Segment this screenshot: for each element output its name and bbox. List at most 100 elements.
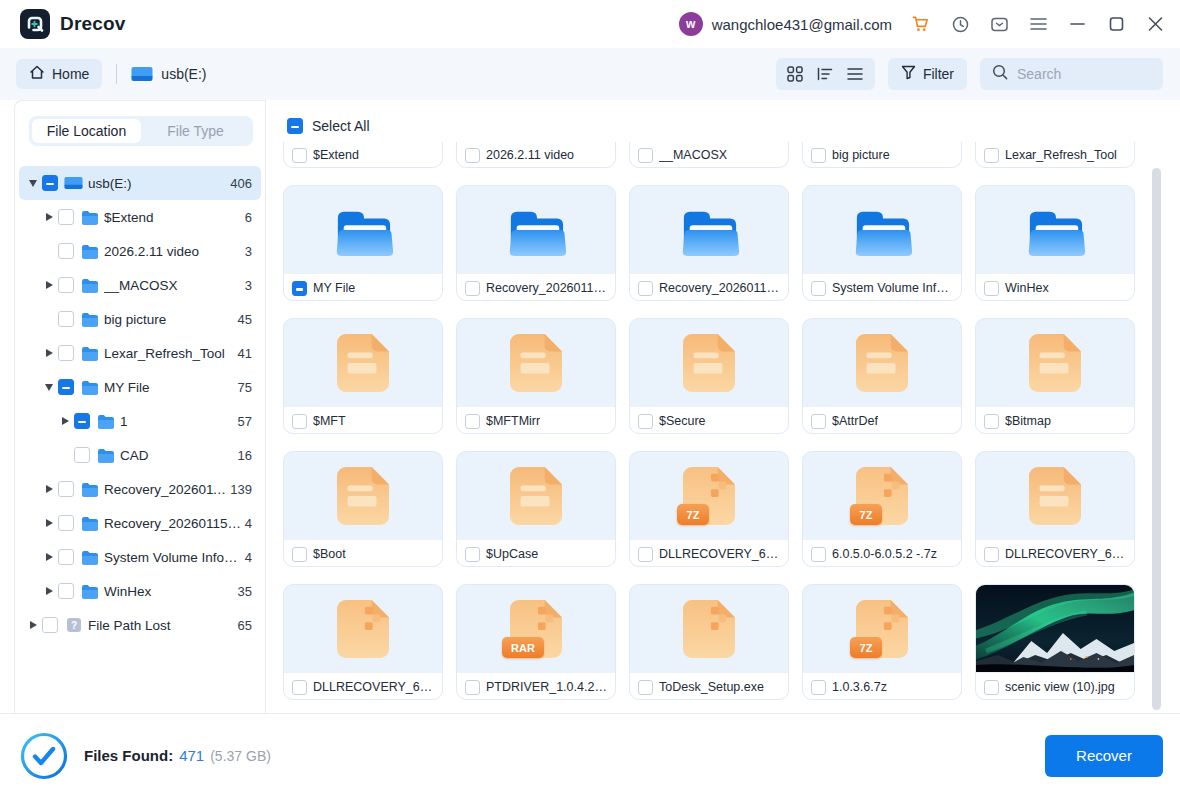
tree-item-big-picture[interactable]: big picture45 (19, 302, 261, 336)
file-card-6-0-5-0-6-0-5-2-7z[interactable]: 7Z6.0.5.0-6.0.5.2 -.7z (802, 451, 962, 567)
tree-item-lexar-refresh-tool[interactable]: Lexar_Refresh_Tool41 (19, 336, 261, 370)
card-checkbox[interactable] (465, 547, 480, 562)
card-checkbox[interactable] (465, 680, 480, 695)
card-checkbox[interactable] (465, 148, 480, 163)
card-checkbox[interactable] (984, 281, 999, 296)
file-card-dllrecovery-6-0-5[interactable]: 7ZDLLRECOVERY_6.0.5... (629, 451, 789, 567)
sort-view-icon[interactable] (817, 66, 834, 83)
tree-item-macosx[interactable]: __MACOSX3 (19, 268, 261, 302)
card-checkbox[interactable] (638, 680, 653, 695)
file-card-big-picture[interactable]: big picture (802, 142, 962, 168)
tree-item-recovery-20260115-14[interactable]: Recovery_20260115_14...4 (19, 506, 261, 540)
file-card-winhex[interactable]: WinHex (975, 185, 1135, 301)
file-card-upcase[interactable]: $UpCase (456, 451, 616, 567)
tree-item-file-path-lost[interactable]: ?File Path Lost65 (19, 608, 261, 642)
file-card-my-file[interactable]: MY File (283, 185, 443, 301)
file-card-ptdriver-1-0-4-2-m[interactable]: RARPTDRIVER_1.0.4.2_M... (456, 584, 616, 700)
tree-item-1[interactable]: 157 (19, 404, 261, 438)
cart-icon[interactable] (912, 15, 930, 33)
file-card-bitmap[interactable]: $Bitmap (975, 318, 1135, 434)
file-card-scenic-view-10-jpg[interactable]: scenic view (10).jpg (975, 584, 1135, 700)
account-email[interactable]: wangchloe431@gmail.com (712, 16, 892, 33)
list-view-icon[interactable] (847, 66, 864, 83)
file-card-extend[interactable]: $Extend (283, 142, 443, 168)
card-checkbox[interactable] (465, 281, 480, 296)
chevron-right-icon[interactable] (59, 417, 71, 425)
tree-item-cad[interactable]: CAD16 (19, 438, 261, 472)
file-card-recovery-20260115[interactable]: Recovery_20260115... (629, 185, 789, 301)
card-checkbox[interactable] (292, 281, 307, 296)
tree-checkbox[interactable] (74, 447, 90, 463)
maximize-button[interactable] (1107, 15, 1125, 33)
tree-checkbox[interactable] (58, 583, 74, 599)
home-button[interactable]: Home (16, 59, 102, 89)
card-checkbox[interactable] (811, 148, 826, 163)
file-card-secure[interactable]: $Secure (629, 318, 789, 434)
chevron-right-icon[interactable] (43, 519, 55, 527)
avatar[interactable]: w (679, 12, 703, 36)
message-icon[interactable] (990, 15, 1008, 33)
grid-view-icon[interactable] (787, 66, 804, 83)
tree-checkbox[interactable] (58, 379, 74, 395)
file-card-dllrecovery-6-0-4[interactable]: DLLRECOVERY_6.0.4... (975, 451, 1135, 567)
recover-button[interactable]: Recover (1045, 735, 1163, 777)
chevron-right-icon[interactable] (43, 349, 55, 357)
tree-checkbox[interactable] (58, 481, 74, 497)
chevron-right-icon[interactable] (43, 281, 55, 289)
close-button[interactable] (1146, 15, 1164, 33)
tree-checkbox[interactable] (58, 549, 74, 565)
chevron-right-icon[interactable] (27, 621, 39, 629)
tree-item-my-file[interactable]: MY File75 (19, 370, 261, 404)
tree-item-system-volume-informa[interactable]: System Volume Informa...4 (19, 540, 261, 574)
tree-checkbox[interactable] (42, 175, 58, 191)
chevron-down-icon[interactable] (43, 384, 55, 391)
card-checkbox[interactable] (638, 414, 653, 429)
file-card-mftmirr[interactable]: $MFTMirr (456, 318, 616, 434)
card-checkbox[interactable] (465, 414, 480, 429)
menu-icon[interactable] (1029, 15, 1047, 33)
file-card-macosx[interactable]: __MACOSX (629, 142, 789, 168)
chevron-right-icon[interactable] (43, 485, 55, 493)
card-checkbox[interactable] (292, 414, 307, 429)
file-card-attrdef[interactable]: $AttrDef (802, 318, 962, 434)
tree-item-recovery-20260115[interactable]: Recovery_20260115_...139 (19, 472, 261, 506)
card-checkbox[interactable] (984, 414, 999, 429)
file-card-mft[interactable]: $MFT (283, 318, 443, 434)
card-checkbox[interactable] (811, 414, 826, 429)
tree-item-winhex[interactable]: WinHex35 (19, 574, 261, 608)
card-checkbox[interactable] (811, 680, 826, 695)
history-icon[interactable] (951, 15, 969, 33)
file-card-dllrecovery-6-0-4[interactable]: DLLRECOVERY_6.0.4... (283, 584, 443, 700)
card-checkbox[interactable] (811, 547, 826, 562)
filter-button[interactable]: Filter (888, 58, 967, 90)
file-card-todesk-setup-exe[interactable]: ToDesk_Setup.exe (629, 584, 789, 700)
chevron-right-icon[interactable] (43, 213, 55, 221)
scrollbar-thumb[interactable] (1152, 168, 1161, 710)
card-checkbox[interactable] (292, 148, 307, 163)
tree-checkbox[interactable] (58, 311, 74, 327)
chevron-down-icon[interactable] (27, 180, 39, 187)
card-checkbox[interactable] (638, 148, 653, 163)
card-checkbox[interactable] (811, 281, 826, 296)
tab-file-location[interactable]: File Location (32, 119, 141, 143)
tree-item-extend[interactable]: $Extend6 (19, 200, 261, 234)
current-location[interactable]: usb(E:) (131, 65, 206, 83)
chevron-right-icon[interactable] (43, 587, 55, 595)
file-card-boot[interactable]: $Boot (283, 451, 443, 567)
card-checkbox[interactable] (292, 547, 307, 562)
card-checkbox[interactable] (984, 547, 999, 562)
file-card-system-volume-info[interactable]: System Volume Info... (802, 185, 962, 301)
file-card-2026-2-11-video[interactable]: 2026.2.11 video (456, 142, 616, 168)
file-card-recovery-20260115[interactable]: Recovery_20260115... (456, 185, 616, 301)
tree-checkbox[interactable] (58, 345, 74, 361)
minimize-button[interactable] (1068, 15, 1086, 33)
card-checkbox[interactable] (984, 148, 999, 163)
card-checkbox[interactable] (292, 680, 307, 695)
chevron-right-icon[interactable] (43, 553, 55, 561)
tree-checkbox[interactable] (58, 243, 74, 259)
tree-item-usb-e[interactable]: usb(E:)406 (19, 166, 261, 200)
file-card-lexar-refresh-tool[interactable]: Lexar_Refresh_Tool (975, 142, 1135, 168)
tree-checkbox[interactable] (58, 277, 74, 293)
tree-checkbox[interactable] (74, 413, 90, 429)
search-input[interactable]: Search (980, 58, 1163, 90)
